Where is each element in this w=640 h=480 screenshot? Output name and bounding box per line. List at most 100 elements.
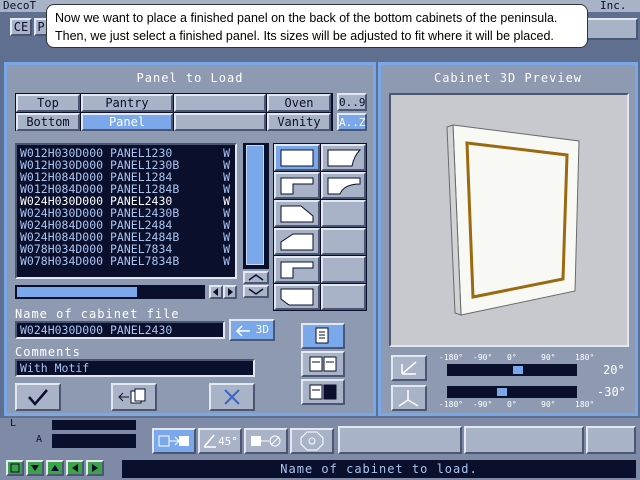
vertical-rotation-slider[interactable] — [447, 386, 577, 398]
top-right-button[interactable] — [580, 18, 638, 40]
category-oven[interactable]: Oven — [267, 94, 331, 112]
bottom-toolbar: L A 45° Name of cabinet to load. — [0, 418, 640, 480]
two-pages-icon — [309, 356, 337, 372]
nav-down-button[interactable] — [26, 460, 44, 476]
toolbar-slot-2[interactable] — [464, 426, 584, 454]
shape-curve-button[interactable] — [321, 144, 366, 171]
sort-alpha-button[interactable]: A..Z — [337, 113, 367, 131]
category-empty-1[interactable] — [174, 94, 266, 112]
horizontal-scrollbar[interactable] — [15, 285, 205, 299]
shape-cove-button[interactable] — [321, 172, 366, 199]
arrow-right-icon — [92, 464, 98, 472]
nav-home-button[interactable] — [6, 460, 24, 476]
double-page-button[interactable] — [301, 351, 345, 377]
preview-viewport[interactable] — [389, 93, 629, 347]
category-grid: Top Pantry Oven Bottom Panel Vanity — [15, 93, 333, 131]
shape-empty-3[interactable] — [321, 256, 366, 283]
ce-button[interactable]: CE — [10, 18, 32, 36]
shape-step-button[interactable] — [274, 256, 320, 283]
list-item[interactable]: W078H034D000 PANEL7834B W — [20, 255, 232, 267]
octagon-button[interactable] — [290, 428, 334, 454]
book-icon — [309, 384, 337, 400]
scroll-down-button[interactable] — [243, 285, 269, 298]
cancel-button[interactable] — [209, 383, 255, 411]
ok-button[interactable] — [15, 383, 61, 411]
file-name: W078H034D000 PANEL7834B — [20, 254, 180, 268]
horizontal-slider-thumb[interactable] — [513, 366, 523, 374]
app-title: DecoT — [3, 0, 37, 12]
arrow-down-icon — [31, 465, 39, 471]
rotate-horizontal-button[interactable] — [391, 355, 427, 381]
remove-button[interactable] — [244, 428, 288, 454]
file-tag: W — [223, 254, 230, 268]
tick-label: 180° — [575, 353, 595, 362]
file-list-scrollbar[interactable] — [243, 143, 269, 269]
a-indicator: A — [36, 434, 43, 445]
app-title-right: Inc. — [600, 0, 627, 12]
toolbar-slot-3[interactable] — [586, 426, 636, 454]
name-label: Name of cabinet file — [15, 307, 180, 321]
category-panel[interactable]: Panel — [81, 113, 173, 131]
l-indicator: L — [10, 418, 17, 429]
nav-right-button[interactable] — [86, 460, 104, 476]
place-button[interactable] — [152, 428, 196, 454]
category-empty-2[interactable] — [174, 113, 266, 131]
comments-field[interactable]: With Motif — [15, 359, 255, 377]
place-arrow-icon — [158, 435, 189, 447]
vertical-angle-value: -30° — [597, 385, 626, 399]
category-pantry[interactable]: Pantry — [81, 94, 173, 112]
category-bottom[interactable]: Bottom — [16, 113, 80, 131]
shape-empty-4[interactable] — [321, 284, 366, 310]
to-3d-label: 3D — [255, 323, 269, 336]
tick-label: 90° — [541, 353, 556, 362]
tick-label: -180° — [439, 400, 464, 409]
book-button[interactable] — [301, 379, 345, 405]
shape-chamfer-button[interactable] — [274, 284, 320, 310]
arrow-right-icon — [228, 288, 233, 296]
single-page-button[interactable] — [301, 323, 345, 349]
to-3d-button[interactable]: 3D — [229, 319, 275, 341]
category-vanity[interactable]: Vanity — [267, 113, 331, 131]
l-field[interactable] — [52, 420, 136, 430]
shape-rect-button[interactable] — [274, 144, 320, 171]
scroll-left-button[interactable] — [209, 285, 223, 299]
shape-empty-2[interactable] — [321, 228, 366, 255]
nav-left-button[interactable] — [66, 460, 84, 476]
a-field[interactable] — [52, 434, 136, 448]
horizontal-scrollbar-thumb[interactable] — [17, 287, 137, 297]
name-field[interactable]: W024H030D000 PANEL2430 — [15, 321, 225, 339]
copy-pages-icon — [118, 388, 146, 404]
axis-3d-icon — [398, 390, 419, 407]
tick-label: -180° — [439, 353, 464, 362]
sort-numeric-button[interactable]: 0..9 — [337, 93, 367, 111]
horizontal-slider-ticks: -180° -90° 0° 90° 180° — [439, 353, 594, 363]
shape-angled-button[interactable] — [274, 200, 320, 227]
file-list[interactable]: W012H030D000 PANEL1230 W W012H030D000 PANE… — [15, 143, 237, 279]
horizontal-rotation-slider[interactable] — [447, 364, 577, 376]
corner-cut-shape-icon — [280, 233, 314, 250]
arrow-down-icon — [248, 288, 264, 295]
tooltip-line-2: Then, we just select a finished panel. I… — [55, 29, 554, 43]
nav-up-button[interactable] — [46, 460, 64, 476]
nav-buttons — [6, 460, 116, 478]
toolbar-slot-1[interactable] — [338, 426, 462, 454]
vertical-slider-thumb[interactable] — [497, 388, 508, 396]
l-shape-icon — [280, 177, 314, 194]
rect-shape-icon — [280, 149, 314, 166]
comments-label: Comments — [15, 345, 81, 359]
panel-to-load-dialog: Panel to Load Top Pantry Oven Bottom Pan… — [4, 62, 376, 416]
scroll-right-button[interactable] — [223, 285, 237, 299]
copy-button[interactable] — [111, 383, 157, 411]
scrollbar-thumb[interactable] — [246, 145, 264, 265]
shape-l-button[interactable] — [274, 172, 320, 199]
category-top[interactable]: Top — [16, 94, 80, 112]
tick-label: -90° — [473, 400, 493, 409]
shape-corner-button[interactable] — [274, 228, 320, 255]
shape-empty-1[interactable] — [321, 200, 366, 227]
angle-button[interactable]: 45° — [198, 428, 242, 454]
preview-title: Cabinet 3D Preview — [433, 71, 583, 85]
page-icon — [315, 327, 329, 344]
scroll-up-button[interactable] — [243, 271, 269, 284]
cabinet-3d-preview-panel: Cabinet 3D Preview -180° -90° 0° 90° 180° 20… — [378, 62, 638, 416]
rotate-vertical-button[interactable] — [391, 385, 427, 411]
